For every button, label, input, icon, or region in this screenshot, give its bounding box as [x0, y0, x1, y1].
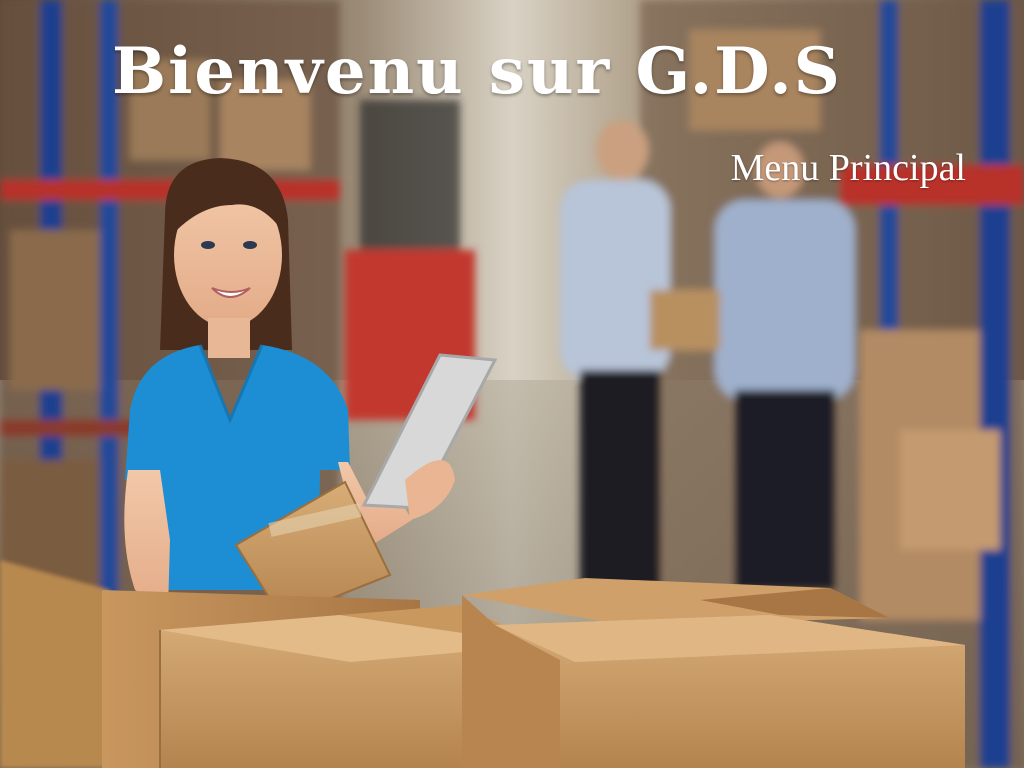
- main-menu-subtitle[interactable]: Menu Principal: [731, 146, 966, 190]
- welcome-title: Bienvenu sur G.D.S: [112, 34, 842, 109]
- warehouse-background-photo: [0, 0, 1024, 768]
- home-screen: Bienvenu sur G.D.S Menu Principal: [0, 0, 1024, 768]
